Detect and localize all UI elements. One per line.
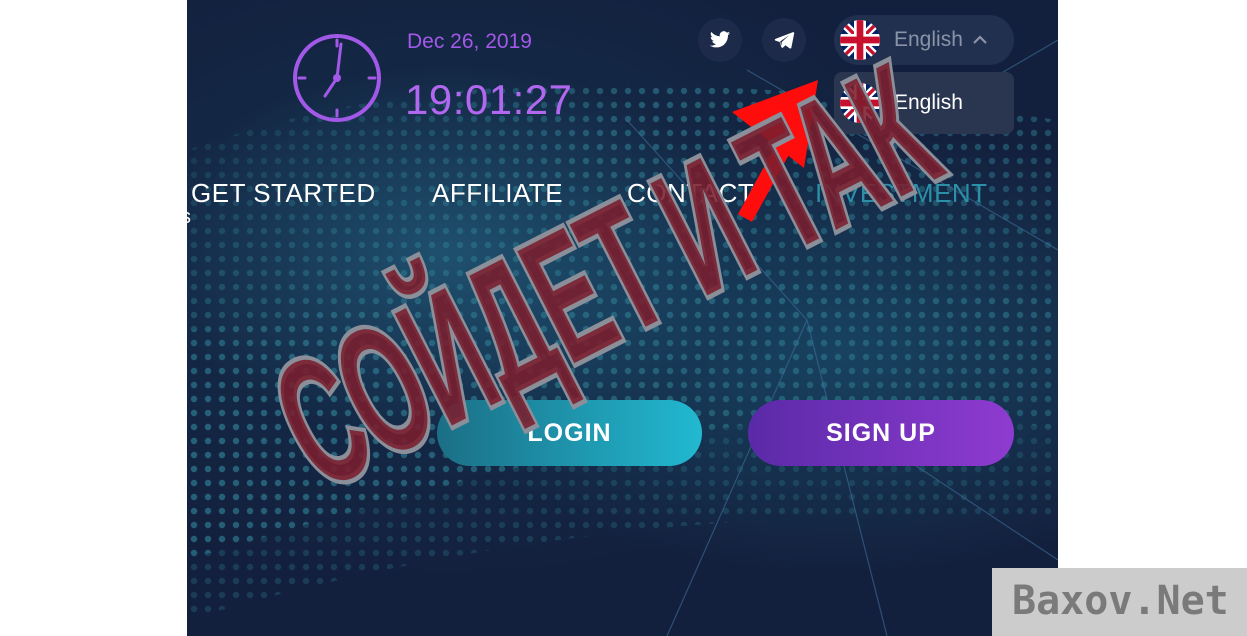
current-date: Dec 26, 2019	[407, 30, 532, 53]
language-selector[interactable]: English	[834, 15, 1014, 65]
chevron-up-icon	[973, 35, 987, 44]
telegram-button[interactable]	[762, 18, 806, 62]
signup-button[interactable]: SIGN UP	[748, 400, 1014, 466]
clock-icon	[293, 34, 381, 122]
current-time: 19:01:27	[405, 76, 573, 123]
site-screenshot: Dec 26, 2019 19:01:27 English English GE…	[187, 0, 1058, 636]
nav-investment[interactable]: INVESTMENT	[815, 178, 988, 209]
twitter-button[interactable]	[698, 18, 742, 62]
nav-contact[interactable]: CONTACT	[627, 178, 754, 209]
uk-flag-icon	[840, 83, 880, 123]
site-watermark: Baxov.Net	[1012, 578, 1229, 624]
language-option-english[interactable]: English	[834, 72, 1014, 134]
telegram-icon	[774, 32, 795, 49]
nav-get-started[interactable]: GET STARTED	[191, 178, 376, 209]
twitter-icon	[709, 31, 731, 48]
login-button[interactable]: LOGIN	[437, 400, 702, 466]
nav-affiliate[interactable]: AFFILIATE	[432, 178, 563, 209]
uk-flag-icon	[840, 20, 880, 60]
language-selected-label: English	[894, 28, 963, 51]
clipped-nav-fragment: s	[187, 206, 191, 229]
language-option-label: English	[894, 91, 963, 114]
